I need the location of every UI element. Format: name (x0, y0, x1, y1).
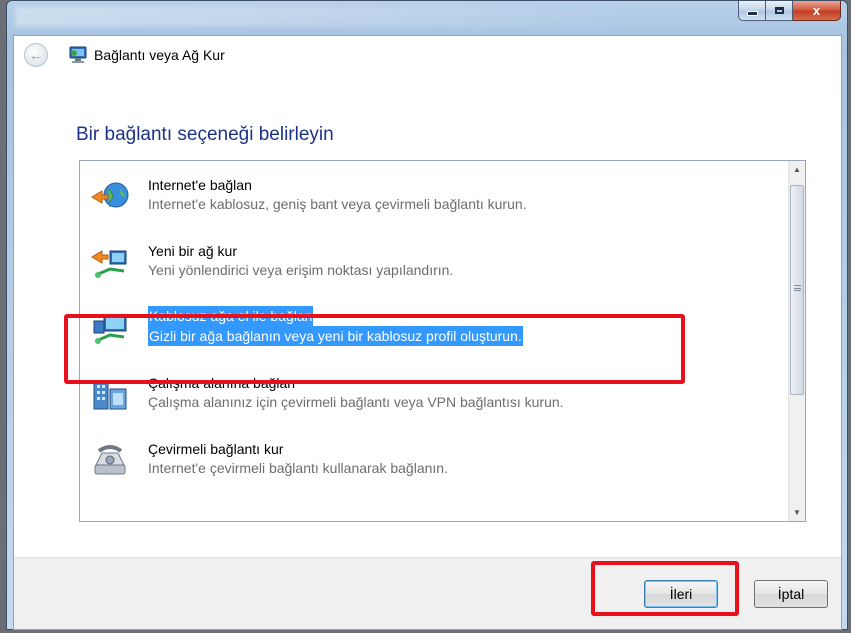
network-wizard-icon (69, 46, 87, 63)
grip-icon (794, 285, 801, 291)
navigation-row: ← Bağlantı veya Ağ Kur (14, 36, 841, 74)
option-title: Çevirmeli bağlantı kur (148, 441, 284, 457)
option-description: Internet'e çevirmeli bağlantı kullanarak… (148, 460, 448, 476)
scroll-down-arrow-icon[interactable]: ▼ (789, 504, 805, 521)
option-internet-connect[interactable]: Internet'e bağlan Internet'e kablosuz, g… (90, 173, 770, 227)
close-icon: x (812, 3, 821, 18)
minimize-button[interactable] (738, 1, 766, 21)
option-title: Yeni bir ağ kur (148, 243, 237, 259)
minimize-icon (746, 11, 758, 16)
option-description: Çalışma alanınız için çevirmeli bağlantı… (148, 394, 564, 410)
option-new-network[interactable]: Yeni bir ağ kur Yeni yönlendirici veya e… (90, 239, 770, 293)
option-description: Yeni yönlendirici veya erişim noktası ya… (148, 262, 454, 278)
dialup-phone-icon (94, 445, 126, 475)
back-arrow-icon: ← (29, 47, 43, 63)
annotation-highlight-option (64, 314, 685, 384)
cancel-button-label: İptal (777, 586, 805, 602)
router-setup-icon (91, 250, 127, 278)
globe-connect-icon (91, 182, 129, 208)
wizard-title: Bağlantı veya Ağ Kur (94, 47, 225, 63)
maximize-button[interactable] (766, 1, 793, 21)
option-dialup[interactable]: Çevirmeli bağlantı kur Internet'e çevirm… (90, 437, 770, 491)
page-heading: Bir bağlantı seçeneği belirleyin (76, 124, 334, 145)
blurred-address-bar (15, 7, 655, 27)
back-button[interactable]: ← (24, 43, 48, 67)
scroll-up-arrow-icon[interactable]: ▲ (789, 161, 805, 178)
annotation-highlight-next (591, 561, 739, 616)
cancel-button[interactable]: İptal (754, 580, 828, 608)
option-title: Internet'e bağlan (148, 177, 252, 193)
scroll-thumb[interactable] (790, 185, 804, 395)
caption-buttons: x (738, 1, 841, 21)
maximize-icon (774, 7, 784, 14)
title-bar[interactable]: x (7, 1, 847, 35)
option-description: Internet'e kablosuz, geniş bant veya çev… (148, 196, 527, 212)
vertical-scrollbar[interactable]: ▲ ▼ (788, 161, 805, 521)
close-button[interactable]: x (793, 1, 841, 21)
